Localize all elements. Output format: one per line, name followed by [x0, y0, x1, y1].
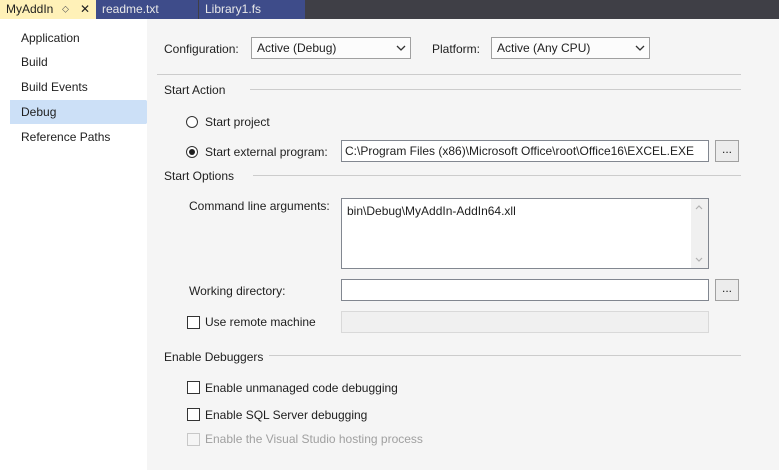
scroll-down-icon[interactable] — [695, 256, 703, 264]
close-icon[interactable]: ✕ — [80, 0, 90, 19]
pin-icon[interactable]: ⬦ — [62, 0, 69, 19]
working-dir-browse-button[interactable]: ... — [715, 279, 739, 301]
section-divider — [250, 89, 741, 90]
sidebar-item-application[interactable]: Application — [10, 26, 146, 50]
start-action-title: Start Action — [164, 83, 226, 97]
scroll-up-icon[interactable] — [695, 203, 703, 211]
chevron-down-icon — [396, 45, 406, 51]
properties-sidebar: Application Build Build Events Debug Ref… — [0, 19, 158, 470]
enable-debuggers-title: Enable Debuggers — [164, 350, 264, 364]
tab-label: MyAddIn — [6, 2, 54, 16]
separator — [157, 74, 741, 75]
tab-myaddin[interactable]: MyAddIn ⬦ ✕ — [0, 0, 96, 19]
platform-label: Platform: — [432, 42, 481, 56]
sidebar-item-label: Debug — [21, 105, 57, 119]
start-external-radio[interactable] — [186, 146, 198, 158]
sidebar-item-reference-paths[interactable]: Reference Paths — [10, 125, 146, 149]
document-tab-bar: MyAddIn ⬦ ✕ readme.txt Library1.fs — [0, 0, 779, 19]
working-dir-label: Working directory: — [189, 284, 286, 298]
unmanaged-debugging-checkbox[interactable] — [187, 381, 200, 394]
sidebar-item-label: Reference Paths — [21, 130, 111, 144]
configuration-value: Active (Debug) — [257, 41, 337, 55]
cmd-args-value: bin\Debug\MyAddIn-AddIn64.xll — [347, 204, 516, 218]
remote-machine-checkbox[interactable] — [187, 316, 200, 329]
platform-value: Active (Any CPU) — [497, 41, 591, 55]
start-external-label: Start external program: — [205, 145, 328, 159]
sidebar-item-build[interactable]: Build — [10, 50, 146, 74]
configuration-select[interactable]: Active (Debug) — [251, 37, 411, 59]
sidebar-item-debug[interactable]: Debug — [10, 100, 158, 124]
chevron-down-icon — [635, 45, 645, 51]
hosting-process-label: Enable the Visual Studio hosting process — [205, 432, 423, 446]
sidebar-item-label: Build — [21, 55, 48, 69]
external-program-input[interactable]: C:\Program Files (x86)\Microsoft Office\… — [341, 140, 709, 162]
cmd-args-scrollbar[interactable] — [691, 199, 708, 268]
sidebar-item-build-events[interactable]: Build Events — [10, 75, 146, 99]
sql-debugging-label: Enable SQL Server debugging — [205, 408, 368, 422]
tab-label: readme.txt — [102, 2, 159, 16]
start-options-title: Start Options — [164, 169, 235, 183]
start-project-label: Start project — [205, 115, 270, 129]
tab-library1[interactable]: Library1.fs — [199, 0, 305, 19]
hosting-process-checkbox — [187, 433, 200, 446]
section-divider — [253, 175, 741, 176]
working-dir-input[interactable] — [341, 279, 709, 301]
cmd-args-label: Command line arguments: — [189, 199, 330, 213]
remote-machine-label: Use remote machine — [205, 315, 316, 329]
external-program-path: C:\Program Files (x86)\Microsoft Office\… — [345, 144, 695, 158]
remote-machine-input — [341, 311, 709, 333]
debug-properties-panel: Configuration: Active (Debug) Platform: … — [147, 19, 779, 470]
external-program-browse-button[interactable]: ... — [715, 140, 739, 162]
sidebar-item-label: Build Events — [21, 80, 88, 94]
start-project-radio[interactable] — [186, 116, 198, 128]
platform-select[interactable]: Active (Any CPU) — [491, 37, 650, 59]
unmanaged-debugging-label: Enable unmanaged code debugging — [205, 381, 398, 395]
tab-readme[interactable]: readme.txt — [96, 0, 198, 19]
tab-label: Library1.fs — [205, 2, 262, 16]
configuration-label: Configuration: — [164, 42, 239, 56]
section-divider — [269, 355, 741, 356]
sql-debugging-checkbox[interactable] — [187, 408, 200, 421]
sidebar-item-label: Application — [21, 31, 80, 45]
cmd-args-textarea[interactable]: bin\Debug\MyAddIn-AddIn64.xll — [341, 198, 709, 269]
